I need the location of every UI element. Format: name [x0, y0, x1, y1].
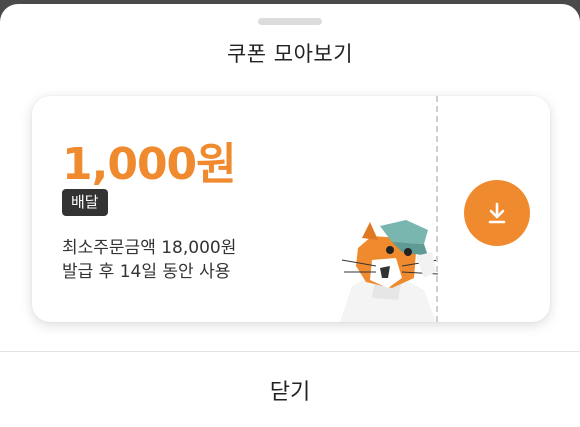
coupon-type-badge: 배달 — [62, 189, 108, 216]
bottom-sheet: 쿠폰 모아보기 1,000원 배달 최소주문금액 18,000원 발급 후 14… — [0, 4, 580, 427]
download-coupon-button[interactable] — [464, 180, 530, 246]
sheet-title: 쿠폰 모아보기 — [226, 42, 354, 66]
download-icon — [488, 202, 506, 224]
coupon-conditions: 최소주문금액 18,000원 발급 후 14일 동안 사용 — [62, 236, 236, 284]
drag-handle[interactable] — [258, 18, 322, 25]
divider — [0, 351, 580, 352]
coupon-amount: 1,000원 — [62, 139, 237, 190]
coupon-card: 1,000원 배달 최소주문금액 18,000원 발급 후 14일 동안 사용 — [32, 96, 550, 322]
cat-mascot-illustration — [338, 220, 439, 322]
coupon-validity: 발급 후 14일 동안 사용 — [62, 262, 231, 282]
coupon-min-order: 최소주문금액 18,000원 — [62, 238, 237, 258]
close-button[interactable]: 닫기 — [0, 374, 580, 406]
